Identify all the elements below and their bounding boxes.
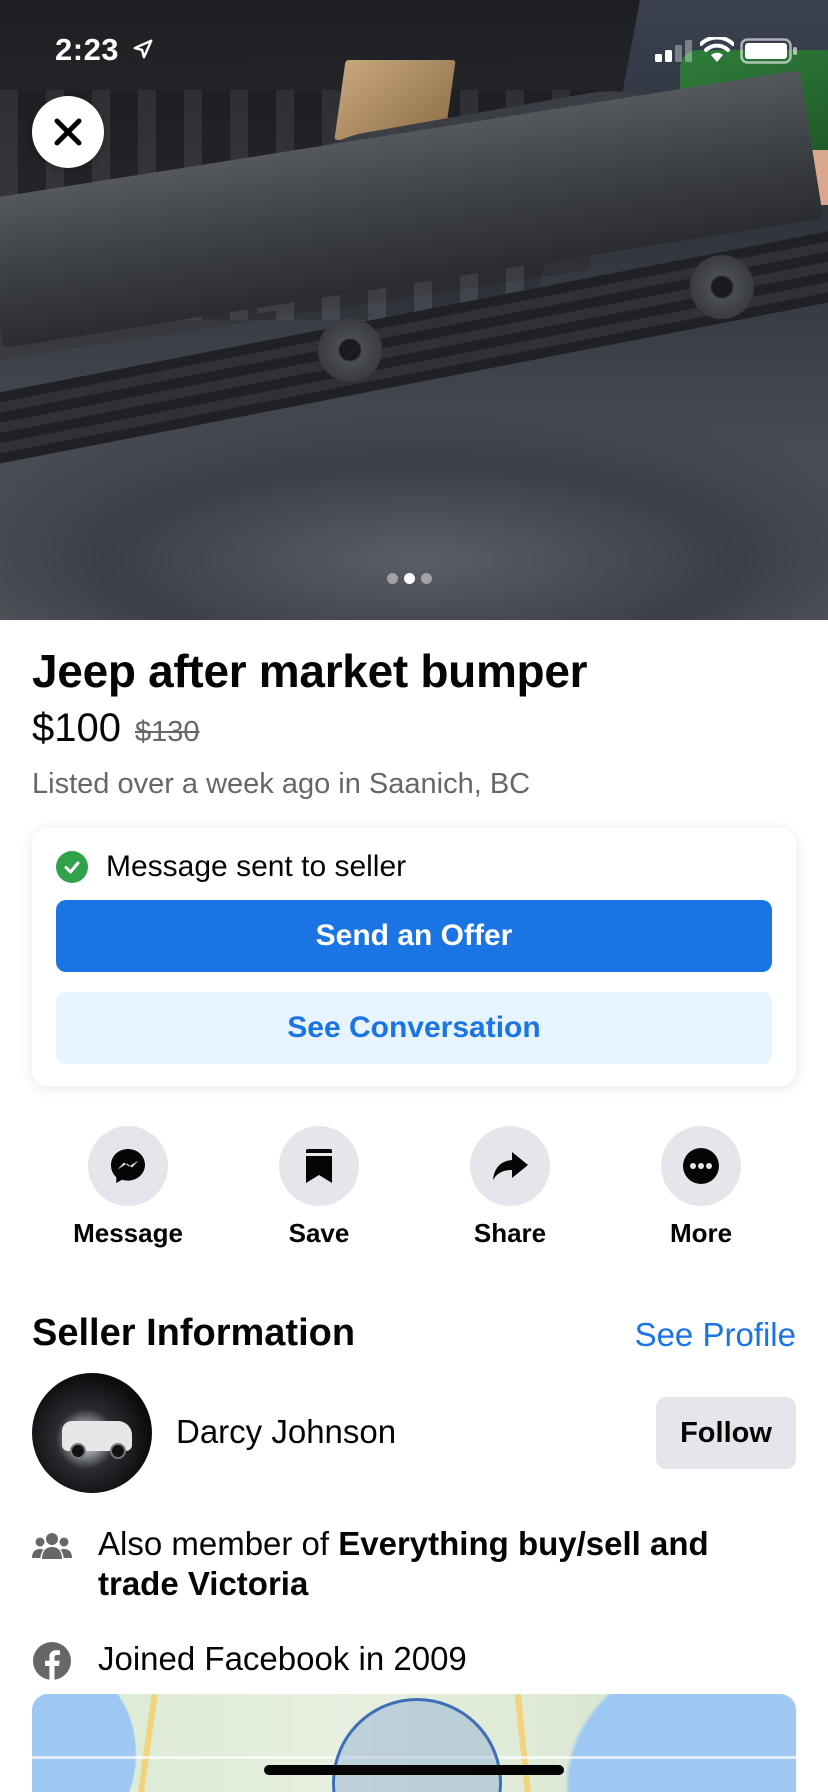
check-circle-icon	[56, 851, 88, 883]
group-membership-text: Also member of Everything buy/sell and t…	[98, 1524, 758, 1604]
photo-hitch-right	[690, 255, 754, 319]
photo-page-indicator	[387, 573, 432, 584]
listing-price: $100	[32, 706, 121, 750]
wifi-icon	[700, 37, 734, 62]
battery-icon	[740, 38, 797, 64]
listing-title: Jeep after market bumper	[32, 645, 588, 697]
seller-info-heading: Seller Information	[32, 1312, 356, 1354]
follow-button[interactable]: Follow	[656, 1397, 796, 1469]
save-action[interactable]: Save	[239, 1126, 399, 1249]
cellular-signal-icon	[655, 40, 692, 62]
share-action[interactable]: Share	[430, 1126, 590, 1249]
group-icon	[32, 1526, 72, 1566]
group-membership-row: Also member of Everything buy/sell and t…	[32, 1524, 758, 1604]
map-road	[514, 1694, 536, 1792]
more-action[interactable]: More	[621, 1126, 781, 1249]
price-row: $100 $130	[32, 706, 200, 751]
close-button[interactable]	[32, 96, 104, 168]
page-dot	[387, 573, 398, 584]
message-sent-row: Message sent to seller	[56, 850, 406, 884]
avatar-wheel	[110, 1443, 126, 1459]
joined-row: Joined Facebook in 2009	[32, 1639, 758, 1681]
message-action[interactable]: Message	[48, 1126, 208, 1249]
more-action-circle[interactable]	[661, 1126, 741, 1206]
messenger-icon	[111, 1149, 145, 1183]
map-location-radius	[332, 1698, 502, 1792]
seller-name[interactable]: Darcy Johnson	[176, 1413, 396, 1451]
listing-meta: Listed over a week ago in Saanich, BC	[32, 768, 531, 800]
page-dot-active	[404, 573, 415, 584]
group-prefix: Also member of	[98, 1525, 339, 1562]
message-action-label: Message	[73, 1218, 183, 1248]
status-bar: 2:23	[0, 0, 828, 100]
joined-text: Joined Facebook in 2009	[98, 1640, 467, 1677]
bookmark-icon	[306, 1149, 332, 1183]
more-icon	[683, 1148, 719, 1184]
location-map[interactable]	[32, 1694, 796, 1792]
location-arrow-icon	[133, 39, 153, 59]
share-action-circle[interactable]	[470, 1126, 550, 1206]
message-sent-text: Message sent to seller	[106, 850, 407, 883]
send-offer-button[interactable]: Send an Offer	[56, 900, 772, 972]
more-action-label: More	[669, 1218, 733, 1248]
facebook-icon	[32, 1641, 72, 1681]
page-dot	[421, 573, 432, 584]
message-action-circle[interactable]	[88, 1126, 168, 1206]
status-time: 2:23	[55, 32, 120, 67]
action-row: Message Save Share More	[0, 1126, 828, 1256]
seller-avatar[interactable]	[32, 1373, 152, 1493]
share-action-label: Share	[473, 1218, 547, 1248]
home-indicator[interactable]	[264, 1765, 564, 1775]
avatar-wheel	[70, 1443, 86, 1459]
message-card: Message sent to seller Send an Offer See…	[32, 828, 796, 1086]
see-conversation-button[interactable]: See Conversation	[56, 992, 772, 1064]
map-road	[132, 1694, 158, 1792]
see-profile-link[interactable]: See Profile	[635, 1316, 796, 1354]
close-icon	[54, 118, 82, 146]
photo-hitch-left	[318, 318, 382, 382]
save-action-label: Save	[288, 1218, 350, 1248]
save-action-circle[interactable]	[279, 1126, 359, 1206]
share-icon	[493, 1152, 528, 1180]
listing-original-price: $130	[134, 716, 200, 748]
marketplace-listing-page: 2:23 Jeep after market bumper $100 $130	[0, 0, 828, 1792]
